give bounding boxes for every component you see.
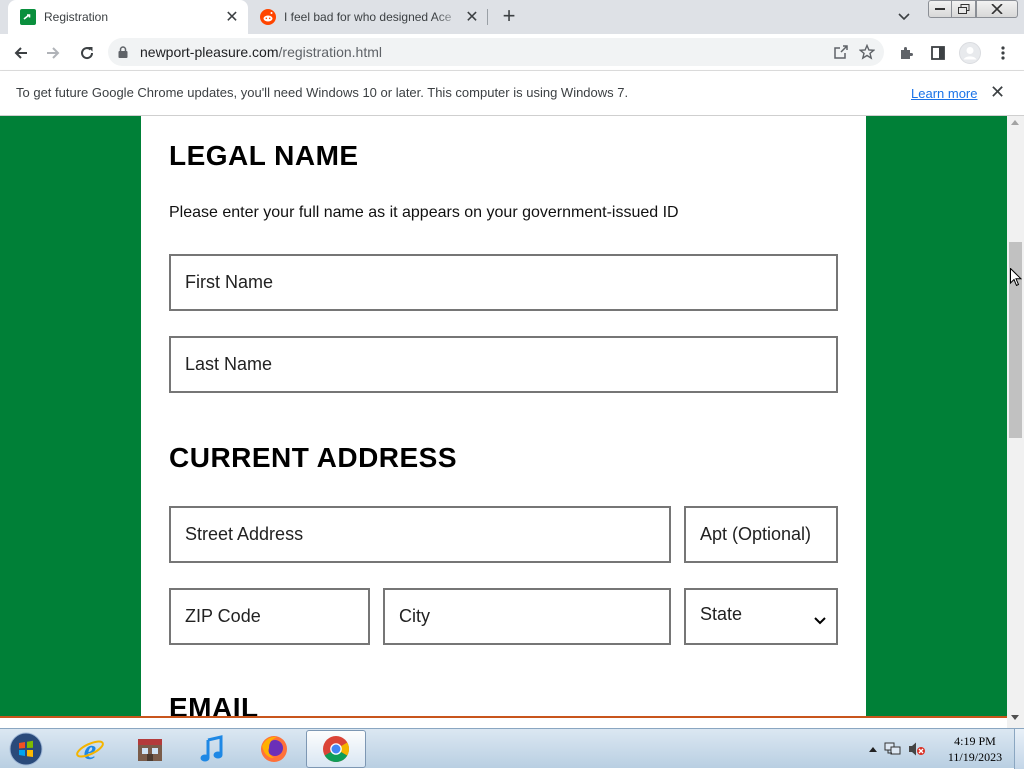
volume-muted-icon[interactable] xyxy=(906,741,928,757)
first-name-input[interactable]: First Name xyxy=(169,254,838,311)
itunes-icon[interactable] xyxy=(182,730,242,768)
restore-icon[interactable] xyxy=(951,0,976,18)
street-address-placeholder: Street Address xyxy=(185,524,304,544)
network-icon[interactable] xyxy=(880,741,906,757)
city-input[interactable]: City xyxy=(383,588,671,645)
store-icon[interactable] xyxy=(120,730,180,768)
email-heading: EMAIL xyxy=(169,692,259,716)
state-selected-value: State xyxy=(700,604,743,624)
page-viewport: LEGAL NAME Please enter your full name a… xyxy=(0,116,1007,716)
legal-name-heading: LEGAL NAME xyxy=(169,140,359,171)
page-bottom-edge xyxy=(0,716,1007,728)
scroll-down-arrow-icon[interactable] xyxy=(1011,715,1019,720)
internet-explorer-icon[interactable]: e xyxy=(60,730,120,768)
svg-text:e: e xyxy=(84,735,96,764)
infobar-message: To get future Google Chrome updates, you… xyxy=(16,85,629,100)
mouse-cursor-icon xyxy=(1010,267,1023,293)
window-close-icon[interactable] xyxy=(976,0,1018,18)
zip-code-input[interactable]: ZIP Code xyxy=(169,588,370,645)
forward-arrow-icon[interactable] xyxy=(40,40,66,66)
taskbar-clock[interactable]: 4:19 PM 11/19/2023 xyxy=(940,733,1010,765)
tab-title: Registration xyxy=(44,10,109,24)
url-path: /registration.html xyxy=(278,44,382,60)
apt-placeholder: Apt (Optional) xyxy=(700,524,812,544)
tab-title: I feel bad for who designed Ace xyxy=(284,10,452,24)
form-panel: LEGAL NAME Please enter your full name a… xyxy=(141,116,866,716)
page-scrollbar[interactable] xyxy=(1007,116,1024,728)
url-domain: newport-pleasure.com xyxy=(140,44,279,60)
city-placeholder: City xyxy=(399,606,430,626)
tab-strip: Registration ✕ I feel bad for who design… xyxy=(0,0,1024,34)
tab-registration[interactable]: Registration ✕ xyxy=(8,0,248,34)
show-hidden-icons-arrow-icon[interactable] xyxy=(866,746,880,752)
clock-date: 11/19/2023 xyxy=(947,750,1003,764)
zip-code-placeholder: ZIP Code xyxy=(185,606,261,626)
legal-name-description: Please enter your full name as it appear… xyxy=(169,204,679,221)
extensions-puzzle-icon[interactable] xyxy=(893,40,919,66)
new-tab-plus-icon[interactable]: + xyxy=(498,5,520,28)
side-panel-icon[interactable] xyxy=(925,40,951,66)
close-infobar-icon[interactable]: ✕ xyxy=(990,82,1005,103)
green-site-icon xyxy=(20,9,36,25)
scroll-up-arrow-icon[interactable] xyxy=(1011,120,1019,125)
learn-more-link[interactable]: Learn more xyxy=(911,86,977,101)
reload-icon[interactable] xyxy=(74,40,100,66)
url-text[interactable]: newport-pleasure.com/registration.html xyxy=(140,44,828,60)
system-tray xyxy=(866,729,928,769)
chevron-down-icon xyxy=(814,609,826,630)
last-name-input[interactable]: Last Name xyxy=(169,336,838,393)
profile-avatar-icon[interactable] xyxy=(957,40,983,66)
street-address-input[interactable]: Street Address xyxy=(169,506,671,563)
share-icon[interactable] xyxy=(828,39,854,65)
reddit-icon xyxy=(260,9,276,25)
update-infobar: To get future Google Chrome updates, you… xyxy=(0,71,1024,116)
address-bar[interactable]: newport-pleasure.com/registration.html xyxy=(108,38,884,66)
tab-search-chevron-icon[interactable] xyxy=(894,8,914,26)
more-menu-icon[interactable] xyxy=(990,40,1016,66)
close-tab-icon[interactable]: ✕ xyxy=(222,7,242,27)
tab-reddit[interactable]: I feel bad for who designed Ace ✕ xyxy=(250,0,488,34)
back-arrow-icon[interactable] xyxy=(8,40,34,66)
state-select[interactable]: State xyxy=(684,588,838,645)
current-address-heading: CURRENT ADDRESS xyxy=(169,442,458,473)
last-name-placeholder: Last Name xyxy=(185,354,273,374)
clock-time: 4:19 PM xyxy=(954,734,996,748)
chrome-icon[interactable] xyxy=(306,730,366,768)
first-name-placeholder: First Name xyxy=(185,272,274,292)
firefox-icon[interactable] xyxy=(244,730,304,768)
minimize-icon[interactable] xyxy=(928,0,952,18)
apt-input[interactable]: Apt (Optional) xyxy=(684,506,838,563)
bookmark-star-icon[interactable] xyxy=(854,39,880,65)
close-tab-icon[interactable]: ✕ xyxy=(462,7,482,27)
show-desktop-button[interactable] xyxy=(1014,729,1024,769)
start-orb-icon[interactable] xyxy=(5,730,47,768)
browser-toolbar: newport-pleasure.com/registration.html xyxy=(0,34,1024,71)
windows-taskbar: e 4:19 PM 11/19/2023 xyxy=(0,728,1024,769)
lock-icon[interactable] xyxy=(118,46,132,58)
tab-separator xyxy=(487,9,488,25)
